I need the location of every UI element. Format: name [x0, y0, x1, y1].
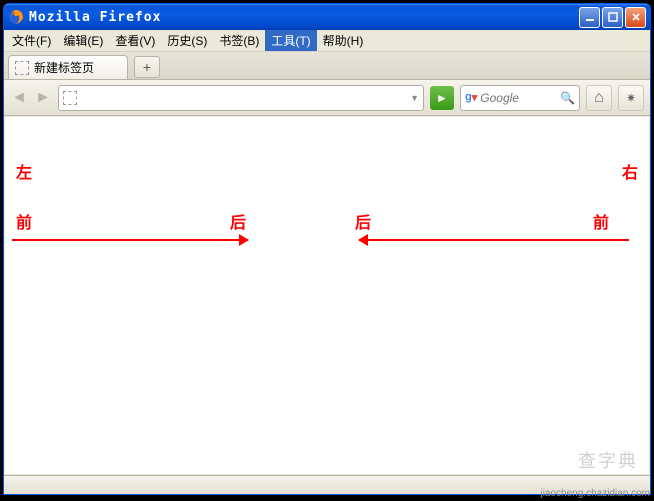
label-back-1: 后	[230, 209, 246, 233]
urlbar[interactable]: ▼	[58, 85, 424, 111]
addon-button[interactable]: ✷	[618, 85, 644, 111]
arrow-left-icon	[359, 239, 629, 241]
firefox-icon	[8, 9, 24, 25]
menu-help[interactable]: 帮助(H)	[317, 30, 370, 51]
menu-history[interactable]: 历史(S)	[161, 30, 213, 51]
tab-label: 新建标签页	[34, 59, 94, 76]
menu-file[interactable]: 文件(F)	[6, 30, 57, 51]
search-input[interactable]	[480, 88, 557, 108]
menubar: 文件(F) 编辑(E) 查看(V) 历史(S) 书签(B) 工具(T) 帮助(H…	[4, 30, 650, 52]
site-icon	[63, 91, 77, 105]
minimize-button[interactable]	[579, 7, 600, 28]
maximize-button[interactable]	[602, 7, 623, 28]
addon-icon: ✷	[626, 91, 636, 105]
menu-tools[interactable]: 工具(T)	[265, 30, 316, 51]
url-input[interactable]	[81, 88, 406, 108]
tabbar: 新建标签页 +	[4, 52, 650, 80]
watermark-large: 查字典	[578, 447, 638, 473]
label-back-2: 后	[355, 209, 371, 233]
home-icon: ⌂	[594, 89, 604, 107]
watermark-small: jiaocheng.chazidian.com	[540, 488, 650, 499]
tab-newpage[interactable]: 新建标签页	[8, 55, 128, 79]
google-icon: g▾	[465, 91, 477, 104]
searchbar[interactable]: g▾ 🔍	[460, 85, 580, 111]
page-content: 左 右 前 后 后 前	[5, 117, 649, 474]
page-icon	[15, 61, 29, 75]
search-icon[interactable]: 🔍	[560, 91, 575, 105]
new-tab-button[interactable]: +	[134, 56, 160, 78]
go-button[interactable]: ►	[430, 86, 454, 110]
dropdown-icon[interactable]: ▼	[410, 93, 419, 103]
label-front-2: 前	[593, 209, 609, 233]
home-button[interactable]: ⌂	[586, 85, 612, 111]
window-controls	[579, 7, 646, 28]
window-title: Mozilla Firefox	[29, 10, 579, 25]
forward-button[interactable]: ►	[34, 87, 52, 109]
titlebar[interactable]: Mozilla Firefox	[4, 4, 650, 30]
label-right: 右	[622, 159, 638, 183]
arrow-right-icon	[12, 239, 248, 241]
firefox-window: Mozilla Firefox 文件(F) 编辑(E) 查看(V) 历史(S) …	[3, 3, 651, 495]
back-button[interactable]: ◄	[10, 87, 28, 109]
menu-view[interactable]: 查看(V)	[109, 30, 161, 51]
close-button[interactable]	[625, 7, 646, 28]
label-front-1: 前	[16, 209, 32, 233]
label-left: 左	[16, 159, 32, 183]
menu-bookmarks[interactable]: 书签(B)	[213, 30, 265, 51]
menu-edit[interactable]: 编辑(E)	[57, 30, 109, 51]
navbar: ◄ ► ▼ ► g▾ 🔍 ⌂ ✷	[4, 80, 650, 116]
